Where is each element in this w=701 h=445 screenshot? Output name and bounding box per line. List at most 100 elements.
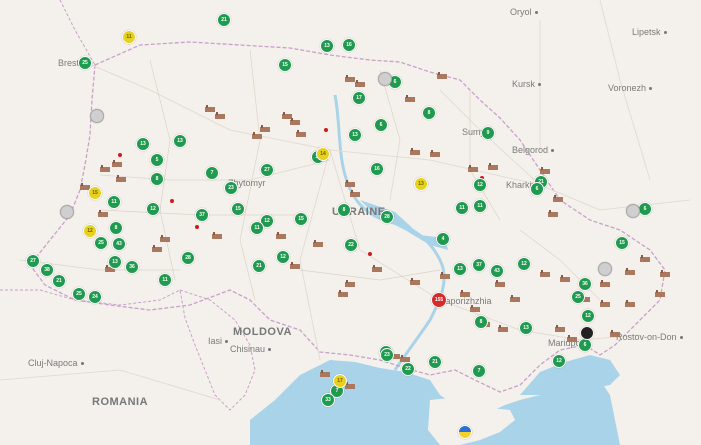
cluster-marker[interactable]: 21 [252, 259, 266, 273]
cluster-marker[interactable]: 13 [136, 137, 150, 151]
cluster-marker-yellow[interactable]: 15 [88, 186, 102, 200]
factory-icon[interactable] [313, 240, 323, 247]
cluster-marker[interactable]: 16 [370, 162, 384, 176]
cluster-marker[interactable]: 4 [436, 232, 450, 246]
cluster-marker[interactable]: 36 [125, 260, 139, 274]
cluster-marker[interactable]: 13 [108, 255, 122, 269]
cluster-marker-gray[interactable] [378, 72, 392, 86]
cluster-marker[interactable]: 23 [380, 348, 394, 362]
cluster-marker[interactable]: 15 [231, 202, 245, 216]
factory-icon[interactable] [290, 262, 300, 269]
factory-icon[interactable] [548, 210, 558, 217]
cluster-marker[interactable]: 43 [112, 237, 126, 251]
cluster-marker[interactable]: 37 [195, 208, 209, 222]
cluster-marker[interactable]: 28 [380, 210, 394, 224]
cluster-marker[interactable]: 22 [344, 238, 358, 252]
cluster-marker[interactable]: 38 [40, 263, 54, 277]
factory-icon[interactable] [296, 130, 306, 137]
cluster-marker-yellow[interactable]: 17 [333, 374, 347, 388]
factory-icon[interactable] [553, 195, 563, 202]
factory-icon[interactable] [320, 370, 330, 377]
cluster-marker-yellow[interactable]: 13 [414, 177, 428, 191]
factory-icon[interactable] [112, 160, 122, 167]
factory-icon[interactable] [400, 355, 410, 362]
cluster-marker[interactable]: 43 [490, 264, 504, 278]
cluster-marker[interactable]: 13 [320, 39, 334, 53]
factory-icon[interactable] [276, 232, 286, 239]
cluster-marker[interactable]: 8 [150, 172, 164, 186]
factory-icon[interactable] [600, 280, 610, 287]
factory-icon[interactable] [405, 95, 415, 102]
cluster-marker[interactable]: 7 [205, 166, 219, 180]
factory-icon[interactable] [460, 290, 470, 297]
factory-icon[interactable] [510, 295, 520, 302]
cluster-marker[interactable]: 12 [517, 257, 531, 271]
cluster-marker[interactable]: 12 [552, 354, 566, 368]
cluster-marker[interactable]: 25 [78, 56, 92, 70]
factory-icon[interactable] [212, 232, 222, 239]
factory-icon[interactable] [152, 245, 162, 252]
cluster-marker[interactable]: 25 [94, 236, 108, 250]
cluster-marker-yellow[interactable]: 14 [316, 147, 330, 161]
cluster-marker-gray[interactable] [60, 205, 74, 219]
cluster-marker[interactable]: 12 [581, 309, 595, 323]
factory-icon[interactable] [540, 270, 550, 277]
factory-icon[interactable] [468, 165, 478, 172]
cluster-marker-red[interactable]: 155 [431, 292, 447, 308]
incident-dot[interactable] [118, 153, 122, 157]
factory-icon[interactable] [215, 112, 225, 119]
factory-icon[interactable] [470, 305, 480, 312]
factory-icon[interactable] [498, 325, 508, 332]
cluster-marker[interactable]: 8 [337, 203, 351, 217]
cluster-marker[interactable]: 15 [294, 212, 308, 226]
factory-icon[interactable] [252, 132, 262, 139]
incident-dot[interactable] [170, 199, 174, 203]
cluster-marker[interactable]: 23 [224, 181, 238, 195]
factory-icon[interactable] [205, 105, 215, 112]
factory-icon[interactable] [488, 163, 498, 170]
cluster-marker[interactable]: 33 [321, 393, 335, 407]
cluster-marker-gray[interactable] [598, 262, 612, 276]
factory-icon[interactable] [660, 270, 670, 277]
factory-icon[interactable] [410, 148, 420, 155]
factory-icon[interactable] [437, 72, 447, 79]
factory-icon[interactable] [350, 190, 360, 197]
cluster-marker[interactable]: 17 [352, 91, 366, 105]
cluster-marker[interactable]: 27 [26, 254, 40, 268]
factory-icon[interactable] [355, 80, 365, 87]
cluster-marker-gray[interactable] [626, 204, 640, 218]
cluster-marker-yellow[interactable]: 12 [83, 224, 97, 238]
cluster-marker[interactable]: 24 [88, 290, 102, 304]
factory-icon[interactable] [345, 180, 355, 187]
incident-dot[interactable] [324, 128, 328, 132]
cluster-marker[interactable]: 28 [181, 251, 195, 265]
cluster-marker-gray[interactable] [90, 109, 104, 123]
factory-icon[interactable] [160, 235, 170, 242]
ukraine-flag-icon[interactable] [458, 425, 472, 439]
cluster-marker[interactable]: 11 [107, 195, 121, 209]
cluster-marker[interactable]: 12 [276, 250, 290, 264]
factory-icon[interactable] [610, 330, 620, 337]
cluster-marker[interactable]: 21 [52, 274, 66, 288]
factory-icon[interactable] [430, 150, 440, 157]
cluster-marker[interactable]: 6 [638, 202, 652, 216]
factory-icon[interactable] [345, 75, 355, 82]
cluster-marker[interactable]: 12 [146, 202, 160, 216]
factory-icon[interactable] [640, 255, 650, 262]
incident-dot[interactable] [368, 252, 372, 256]
cluster-marker[interactable]: 6 [530, 182, 544, 196]
factory-icon[interactable] [440, 272, 450, 279]
factory-icon[interactable] [495, 280, 505, 287]
cluster-marker[interactable]: 15 [615, 236, 629, 250]
cluster-marker[interactable]: 15 [278, 58, 292, 72]
factory-icon[interactable] [345, 280, 355, 287]
cluster-marker[interactable]: 36 [578, 277, 592, 291]
cluster-marker-dark[interactable] [580, 326, 594, 340]
cluster-marker[interactable]: 6 [374, 118, 388, 132]
factory-icon[interactable] [290, 118, 300, 125]
factory-icon[interactable] [625, 268, 635, 275]
factory-icon[interactable] [600, 300, 610, 307]
factory-icon[interactable] [655, 290, 665, 297]
cluster-marker[interactable]: 13 [453, 262, 467, 276]
cluster-marker[interactable]: 11 [455, 201, 469, 215]
